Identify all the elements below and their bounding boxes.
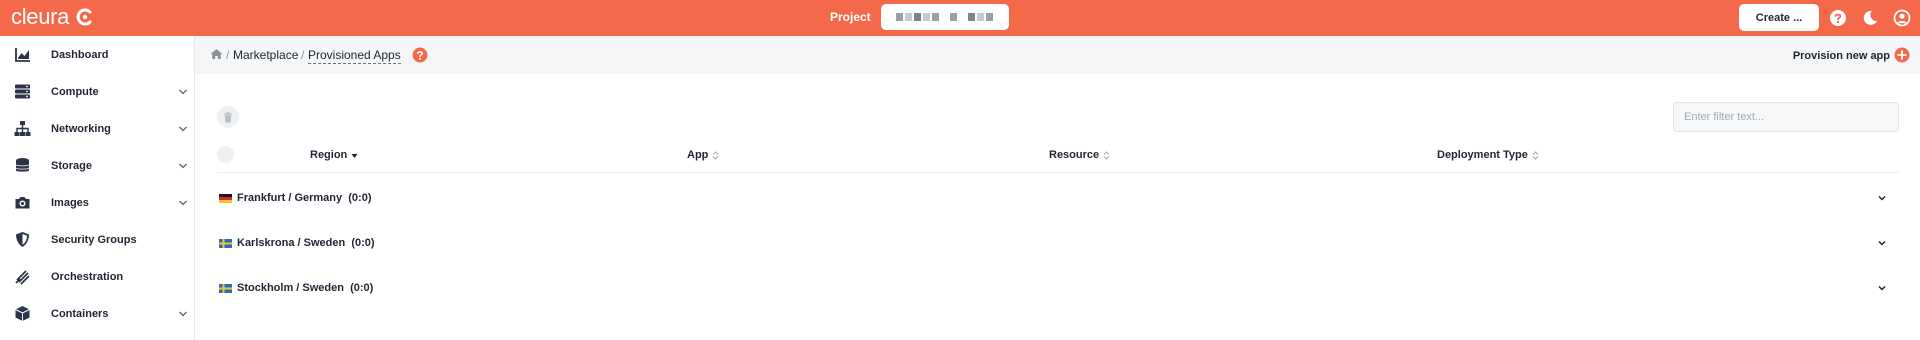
redacted-project-name — [896, 13, 994, 21]
help-icon[interactable] — [1829, 9, 1847, 27]
column-header-region[interactable]: Region — [310, 149, 358, 161]
chart-icon — [15, 48, 30, 62]
database-icon — [15, 158, 30, 172]
region-group-row[interactable]: Frankfurt / Germany (0:0) — [217, 184, 1900, 212]
server-icon — [15, 84, 30, 99]
sidebar-item-containers[interactable]: Containers — [0, 295, 195, 332]
column-header-resource[interactable]: Resource — [1049, 149, 1110, 161]
sidebar-item-networking[interactable]: Networking — [0, 110, 195, 147]
logo-mark-icon — [76, 8, 92, 26]
column-label: App — [687, 149, 709, 161]
sidebar-item-label: Images — [51, 196, 89, 209]
sweden-flag-icon — [219, 238, 232, 248]
sort-desc-icon — [351, 153, 358, 158]
table-header: Region App Resource Deployment Type — [217, 143, 1900, 173]
sort-icon — [1532, 150, 1539, 160]
top-bar: cleura Project Create ... — [0, 0, 1920, 36]
sidebar-item-label: Compute — [51, 85, 99, 98]
region-group-label: Frankfurt / Germany (0:0) — [237, 192, 372, 204]
column-header-app[interactable]: App — [687, 149, 719, 161]
main-content: / Marketplace / Provisioned Apps Provisi… — [195, 36, 1920, 340]
network-icon — [14, 121, 31, 136]
sidebar-item-dashboard[interactable]: Dashboard — [0, 36, 195, 73]
chevron-down-icon — [179, 126, 187, 131]
sidebar-item-compute[interactable]: Compute — [0, 73, 195, 110]
sidebar-item-label: Orchestration — [51, 270, 124, 283]
region-group-label: Karlskrona / Sweden (0:0) — [237, 237, 375, 249]
chevron-down-icon — [179, 163, 187, 168]
column-label: Resource — [1049, 149, 1100, 161]
help-icon[interactable] — [412, 47, 428, 63]
chevron-down-icon — [179, 311, 187, 316]
chevron-down-icon[interactable] — [1877, 238, 1887, 248]
orchestration-icon — [15, 270, 30, 285]
trash-icon — [224, 111, 232, 122]
sort-icon — [713, 150, 719, 160]
sidebar-item-security-groups[interactable]: Security Groups — [0, 221, 195, 258]
breadcrumb: / Marketplace / Provisioned Apps Provisi… — [195, 36, 1920, 74]
sidebar-item-label: Networking — [51, 122, 111, 135]
sidebar-item-label: Security Groups — [51, 233, 137, 246]
sidebar-item-label: Dashboard — [51, 48, 109, 61]
breadcrumb-separator: / — [226, 48, 230, 62]
chevron-down-icon[interactable] — [1877, 283, 1887, 293]
breadcrumb-separator: / — [301, 48, 305, 62]
chevron-down-icon — [179, 89, 187, 94]
logo-text: cleura — [11, 4, 70, 29]
delete-button[interactable] — [217, 106, 239, 128]
user-icon[interactable] — [1893, 9, 1911, 27]
project-dropdown[interactable] — [880, 4, 1009, 30]
create-button[interactable]: Create ... — [1739, 4, 1819, 31]
cube-icon — [15, 306, 30, 321]
add-icon[interactable] — [1894, 47, 1910, 63]
column-label: Deployment Type — [1437, 149, 1528, 161]
cleura-logo[interactable]: cleura — [11, 4, 95, 30]
sidebar-item-label: Storage — [51, 159, 92, 172]
filter-input[interactable] — [1673, 102, 1899, 132]
camera-icon — [15, 197, 30, 209]
shield-icon — [16, 232, 29, 247]
project-selector: Project — [830, 4, 1009, 30]
sidebar-item-label: Containers — [51, 307, 109, 320]
project-label: Project — [830, 10, 871, 24]
column-header-deployment-type[interactable]: Deployment Type — [1437, 149, 1539, 161]
sidebar: Dashboard Compute Networking Storage Ima… — [0, 36, 195, 340]
sweden-flag-icon — [219, 283, 232, 293]
select-all-checkbox[interactable] — [217, 146, 234, 163]
sidebar-item-images[interactable]: Images — [0, 184, 195, 221]
sort-icon — [1103, 150, 1110, 160]
sidebar-item-orchestration[interactable]: Orchestration — [0, 258, 195, 295]
breadcrumb-marketplace[interactable]: Marketplace — [233, 48, 298, 62]
breadcrumb-provisioned-apps: Provisioned Apps — [308, 48, 401, 64]
chevron-down-icon — [179, 200, 187, 205]
region-group-row[interactable]: Stockholm / Sweden (0:0) — [217, 274, 1900, 302]
dark-mode-icon[interactable] — [1861, 9, 1879, 27]
region-group-row[interactable]: Karlskrona / Sweden (0:0) — [217, 229, 1900, 257]
region-group-label: Stockholm / Sweden (0:0) — [237, 282, 374, 294]
home-icon[interactable] — [210, 48, 223, 60]
column-label: Region — [310, 149, 348, 161]
germany-flag-icon — [219, 193, 232, 203]
sidebar-item-storage[interactable]: Storage — [0, 147, 195, 184]
chevron-down-icon[interactable] — [1877, 193, 1887, 203]
provision-new-app-label[interactable]: Provision new app — [1793, 50, 1890, 62]
